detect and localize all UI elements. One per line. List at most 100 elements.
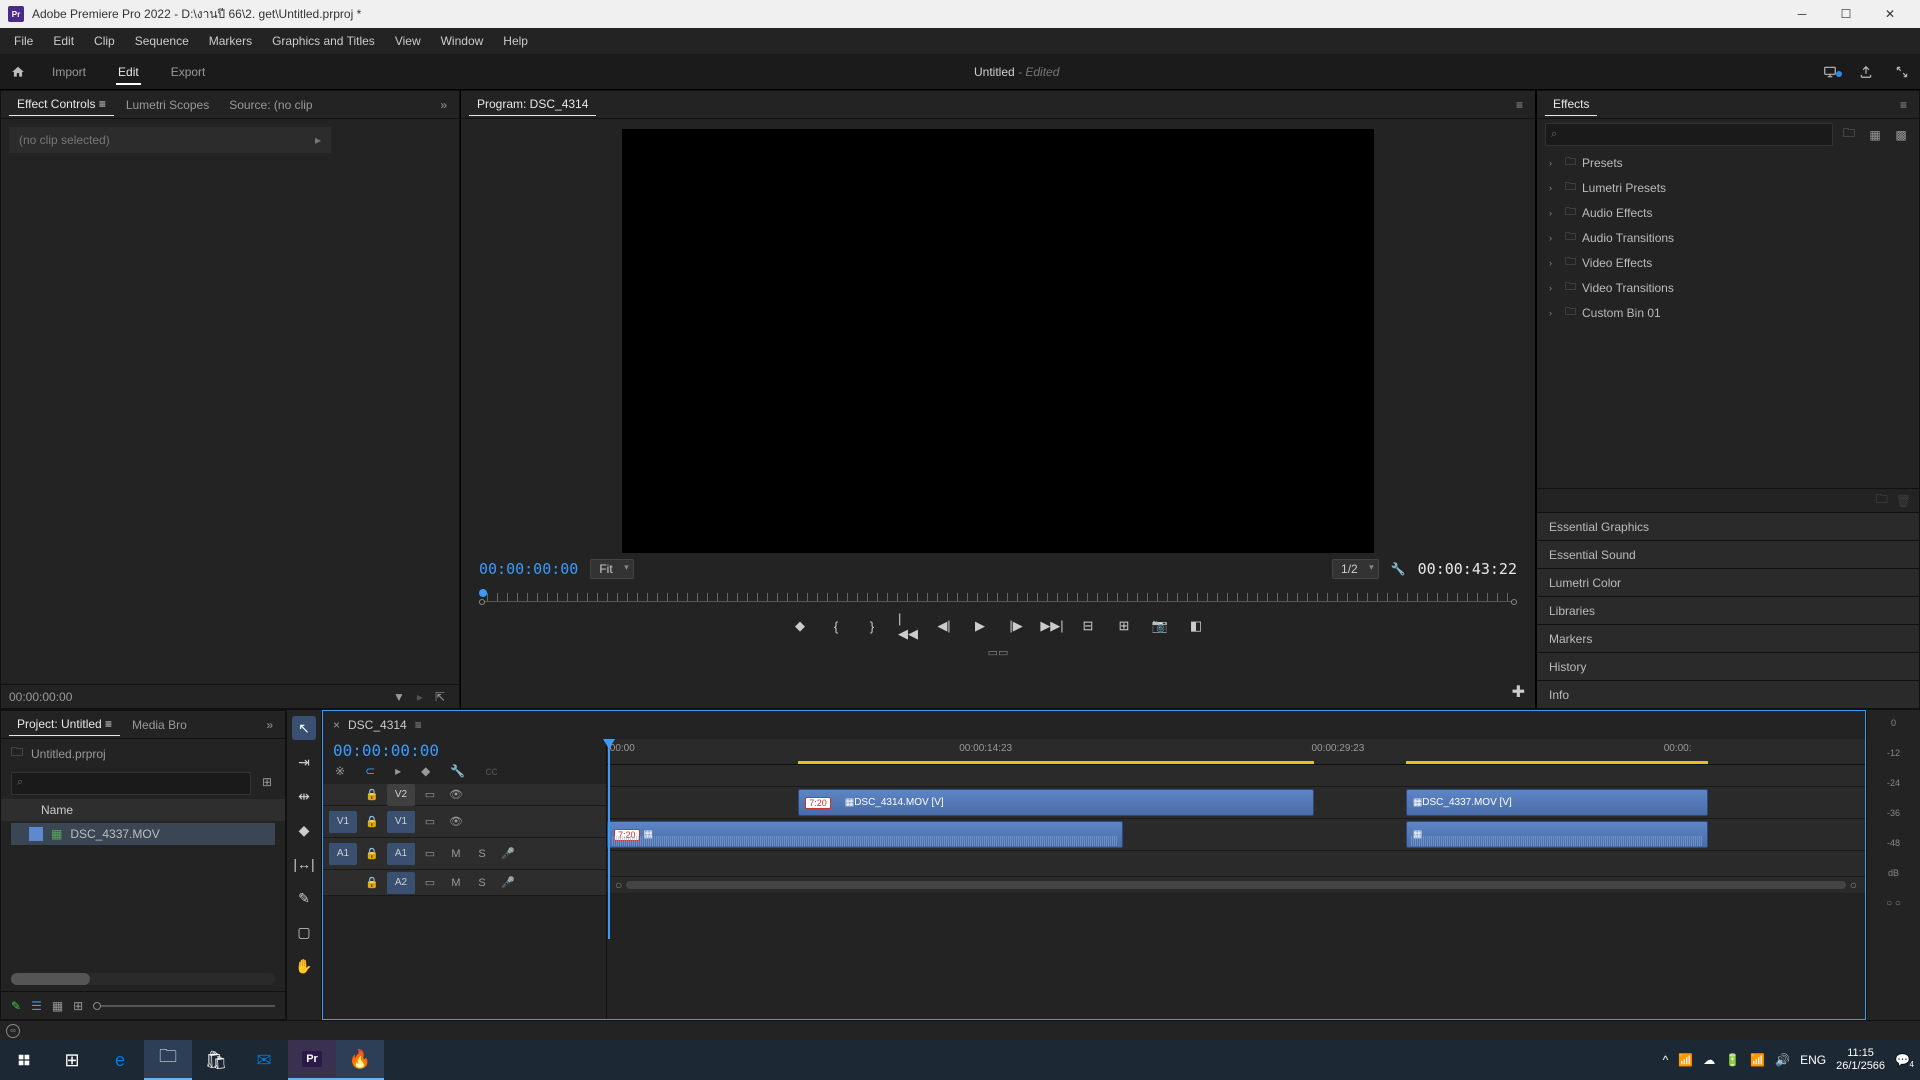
timeline-ruler[interactable]: :00:00 00:00:14:23 00:00:29:23 00:00: [607,739,1865,765]
marker-button[interactable]: ◆ [791,617,809,635]
pen-tool[interactable]: ✎ [292,886,316,910]
minimize-button[interactable]: ─ [1780,0,1824,28]
bin-lumetri[interactable]: ›🗀Lumetri Presets [1537,175,1919,200]
track-a2-header[interactable]: 🔒 A2 ▭ M S 🎤 [323,870,606,896]
network-icon[interactable]: 📶 [1750,1053,1765,1067]
battery-icon[interactable]: 🔋 [1725,1053,1740,1067]
effects-menu[interactable]: ≡ [1896,98,1911,112]
voiceover-icon[interactable]: 🎤 [497,876,519,889]
workspace-edit[interactable]: Edit [102,57,155,87]
maximize-button[interactable]: ☐ [1824,0,1868,28]
menu-sequence[interactable]: Sequence [125,30,199,52]
project-hscroll[interactable] [11,973,275,985]
step-forward-button[interactable]: |▶ [1007,617,1025,635]
clip-v1-1[interactable]: 7:20 ▦ DSC_4314.MOV [V] [798,789,1314,816]
compare-button[interactable]: ◧ [1187,617,1205,635]
bin-custom[interactable]: ›🗀Custom Bin 01 [1537,300,1919,325]
toggle-icon[interactable]: ⇱ [429,690,451,704]
slip-tool[interactable]: |↔| [292,852,316,876]
tab-effect-controls[interactable]: Effect Controls ≡ [9,93,114,116]
notifications-button[interactable]: 💬4 [1895,1053,1910,1067]
menu-edit[interactable]: Edit [43,30,84,52]
menu-window[interactable]: Window [431,30,494,52]
delete-icon[interactable]: 🗑 [1896,494,1911,508]
onedrive-icon[interactable]: ☁ [1703,1053,1715,1067]
play-button[interactable]: ▶ [971,617,989,635]
marker-icon[interactable]: ▸ [393,764,403,778]
menu-clip[interactable]: Clip [84,30,125,52]
tray-chevron-icon[interactable]: ^ [1663,1053,1669,1067]
workspace-import[interactable]: Import [36,57,102,87]
step-back-button[interactable]: ◀| [935,617,953,635]
solo-icon[interactable]: S [471,877,493,889]
track-v1[interactable]: 7:20 ▦ DSC_4314.MOV [V] ▦ DSC_4337.MOV [… [607,787,1865,819]
go-to-in-button[interactable]: |◀◀ [899,617,917,635]
mail-button[interactable]: ✉ [240,1040,288,1080]
selection-tool[interactable]: ↖ [292,716,316,740]
settings-icon[interactable]: 🔧 [448,764,467,778]
panel-essential-graphics[interactable]: Essential Graphics [1537,512,1919,540]
find-icon[interactable]: ⊞ [259,772,275,795]
paint-button[interactable]: 🔥 [336,1040,384,1080]
explorer-button[interactable]: 🗀 [144,1040,192,1080]
linked-selection-icon[interactable]: ⊂ [363,764,377,778]
zoom-fit-dropdown[interactable]: Fit [590,559,633,579]
panel-libraries[interactable]: Libraries [1537,596,1919,624]
export-frame-button[interactable]: 📷 [1151,617,1169,635]
voiceover-icon[interactable]: 🎤 [497,847,519,860]
new-folder-icon[interactable]: 🗀 [1876,490,1888,511]
timeline-timecode[interactable]: 00:00:00:00 [333,741,439,760]
in-point-button[interactable]: { [827,617,845,635]
column-name[interactable]: Name [1,799,285,821]
track-a1[interactable]: 7:20 ▦ ▦ [607,819,1865,851]
razor-tool[interactable]: ◆ [292,818,316,842]
toggle-output-icon[interactable]: ▭ [419,847,441,860]
program-scrubber[interactable] [479,587,1517,611]
toggle-output-icon[interactable]: ▭ [419,815,441,828]
program-tc-in[interactable]: 00:00:00:00 [479,560,578,578]
lift-button[interactable]: ⊟ [1079,617,1097,635]
toggle-output-icon[interactable]: ▭ [419,876,441,889]
fullscreen-button[interactable] [1884,65,1920,79]
panel-history[interactable]: History [1537,652,1919,680]
icon-view-icon[interactable]: ▦ [52,999,63,1013]
ec-timecode[interactable]: 00:00:00:00 [9,690,387,704]
new-bin-icon[interactable]: 🗀 [1839,125,1859,145]
program-menu[interactable]: ≡ [1512,98,1527,112]
project-item[interactable]: ▦ DSC_4337.MOV [11,823,275,845]
filter-icon[interactable]: ▼ [387,690,411,704]
premiere-button[interactable]: Pr [288,1040,336,1080]
menu-markers[interactable]: Markers [199,30,262,52]
track-a2[interactable] [607,851,1865,877]
track-v2-header[interactable]: 🔒 V2 ▭ 👁 [323,784,606,806]
clip-a1-2[interactable]: ▦ [1406,821,1708,848]
track-v2[interactable] [607,765,1865,787]
home-button[interactable] [0,65,36,79]
tab-program[interactable]: Program: DSC_4314 [469,93,596,116]
tab-source[interactable]: Source: (no clip [221,94,320,116]
cc-icon[interactable]: ∞ [6,1024,20,1038]
bin-presets[interactable]: ›🗀Presets [1537,150,1919,175]
eye-icon[interactable]: 👁 [445,788,467,801]
lock-icon[interactable]: 🔒 [361,876,383,889]
wrench-icon[interactable]: 🔧 [1391,562,1406,576]
store-button[interactable]: 🛍 [192,1040,240,1080]
freeform-view-icon[interactable]: ⊞ [73,999,83,1013]
lock-icon[interactable]: 🔒 [361,788,383,801]
project-search-input[interactable] [11,772,251,795]
ripple-edit-tool[interactable]: ⇹ [292,784,316,808]
bin-video-fx[interactable]: ›🗀Video Effects [1537,250,1919,275]
track-select-tool[interactable]: ⇥ [292,750,316,774]
sequence-menu[interactable]: ≡ [415,718,422,732]
clip-a1-1[interactable]: 7:20 ▦ [607,821,1123,848]
snap-icon[interactable]: ※ [333,764,347,778]
start-button[interactable] [0,1040,48,1080]
hand-tool[interactable]: ✋ [292,954,316,978]
mute-icon[interactable]: M [445,877,467,889]
rectangle-tool[interactable]: ▢ [292,920,316,944]
go-to-out-button[interactable]: ▶▶| [1043,617,1061,635]
menu-file[interactable]: File [4,30,43,52]
bin-video-trans[interactable]: ›🗀Video Transitions [1537,275,1919,300]
pen-icon[interactable]: ✎ [11,999,21,1013]
tab-effects[interactable]: Effects [1545,93,1597,116]
